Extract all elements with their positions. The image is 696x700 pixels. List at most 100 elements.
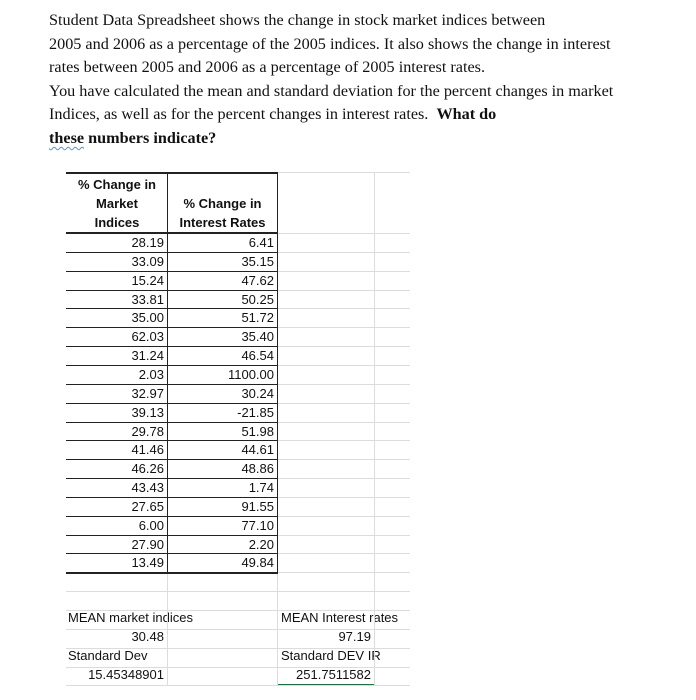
- table-border-right: [277, 172, 278, 574]
- cell-interest-change[interactable]: 51.98: [168, 423, 277, 441]
- cell-interest-change[interactable]: 50.25: [168, 291, 277, 309]
- gridline-horizontal: [277, 459, 410, 460]
- cell-market-change[interactable]: 46.26: [66, 460, 167, 478]
- gridline-vertical: [167, 572, 168, 686]
- cell-market-change[interactable]: 33.09: [66, 253, 167, 271]
- gridline-horizontal: [277, 553, 410, 554]
- cell-interest-change[interactable]: 6.41: [168, 234, 277, 252]
- table-row-border: [66, 422, 278, 423]
- gridline-horizontal: [66, 610, 277, 611]
- header-line: % Change in: [183, 196, 262, 211]
- table-row-border: [66, 478, 278, 479]
- table-row-border: [66, 308, 278, 309]
- cell-market-change[interactable]: 27.90: [66, 536, 167, 554]
- gridline-horizontal: [277, 516, 410, 517]
- gridline-horizontal: [277, 440, 410, 441]
- gridline-horizontal: [277, 403, 410, 404]
- table-row-border: [66, 403, 278, 404]
- table-row-border: [66, 553, 278, 554]
- table-row-border: [66, 290, 278, 291]
- cell-market-change[interactable]: 33.81: [66, 291, 167, 309]
- std-interest-value-selected[interactable]: 251.7511582: [277, 666, 374, 684]
- gridline-horizontal: [277, 365, 410, 366]
- cell-interest-change[interactable]: -21.85: [168, 404, 277, 422]
- cell-market-change[interactable]: 41.46: [66, 441, 167, 459]
- gridline-horizontal: [277, 591, 410, 592]
- table-row-border: [66, 497, 278, 498]
- cell-interest-change[interactable]: 35.40: [168, 328, 277, 346]
- cell-market-change[interactable]: 2.03: [66, 366, 167, 384]
- gridline-horizontal: [277, 172, 410, 173]
- table-row-border: [66, 440, 278, 441]
- cell-interest-change[interactable]: 48.86: [168, 460, 277, 478]
- cell-market-change[interactable]: 32.97: [66, 385, 167, 403]
- table-row-border: [66, 271, 278, 272]
- cell-market-change[interactable]: 13.49: [66, 554, 167, 572]
- spreadsheet: % Change in Market Indices % Change in I…: [0, 0, 696, 700]
- cell-interest-change[interactable]: 44.61: [168, 441, 277, 459]
- cell-interest-change[interactable]: 51.72: [168, 309, 277, 327]
- cell-market-change[interactable]: 39.13: [66, 404, 167, 422]
- cell-interest-change[interactable]: 30.24: [168, 385, 277, 403]
- gridline-horizontal: [277, 629, 410, 630]
- cell-market-change[interactable]: 15.24: [66, 272, 167, 290]
- gridline-horizontal: [66, 629, 277, 630]
- table-row-border: [66, 459, 278, 460]
- cell-interest-change[interactable]: 91.55: [168, 498, 277, 516]
- gridline-horizontal: [66, 685, 277, 686]
- cell-interest-change[interactable]: 35.15: [168, 253, 277, 271]
- table-border-header-bottom: [66, 232, 278, 234]
- gridline-horizontal: [277, 384, 410, 385]
- gridline-horizontal: [66, 591, 277, 592]
- cell-market-change[interactable]: 43.43: [66, 479, 167, 497]
- gridline-horizontal: [277, 327, 410, 328]
- mean-market-value[interactable]: 30.48: [67, 628, 167, 646]
- cell-interest-change[interactable]: 47.62: [168, 272, 277, 290]
- cell-market-change[interactable]: 62.03: [66, 328, 167, 346]
- header-line: % Change in: [77, 177, 156, 192]
- table-border-middle: [167, 172, 168, 574]
- cell-interest-change[interactable]: 49.84: [168, 554, 277, 572]
- table-row-border: [66, 535, 278, 536]
- gridline-horizontal: [277, 497, 410, 498]
- gridline-horizontal: [277, 610, 410, 611]
- cell-market-change[interactable]: 27.65: [66, 498, 167, 516]
- cell-interest-change[interactable]: 1.74: [168, 479, 277, 497]
- gridline-horizontal: [277, 308, 410, 309]
- cell-market-change[interactable]: 35.00: [66, 309, 167, 327]
- gridline-vertical: [374, 172, 375, 686]
- cell-market-change[interactable]: 6.00: [66, 517, 167, 535]
- gridline-horizontal: [277, 422, 410, 423]
- cell-interest-change[interactable]: 77.10: [168, 517, 277, 535]
- header-market-indices[interactable]: % Change in Market Indices: [67, 175, 167, 233]
- header-line: Market: [96, 196, 138, 211]
- table-row-border: [66, 516, 278, 517]
- gridline-horizontal: [277, 252, 410, 253]
- mean-market-label[interactable]: MEAN market indices: [68, 609, 268, 627]
- gridline-horizontal: [277, 233, 410, 234]
- table-row-border: [66, 252, 278, 253]
- gridline-horizontal: [66, 667, 277, 668]
- header-line: Indices: [94, 215, 140, 230]
- cell-market-change[interactable]: 28.19: [66, 234, 167, 252]
- std-interest-label[interactable]: Standard DEV IR: [281, 647, 421, 665]
- std-market-value[interactable]: 15.45348901: [67, 666, 167, 684]
- header-interest-rates[interactable]: % Change in Interest Rates: [168, 194, 277, 232]
- mean-interest-value[interactable]: 97.19: [277, 628, 374, 646]
- table-row-border: [66, 365, 278, 366]
- table-row-border: [66, 384, 278, 385]
- gridline-horizontal: [277, 346, 410, 347]
- mean-interest-label[interactable]: MEAN Interest rates: [281, 609, 421, 627]
- table-row-border: [66, 327, 278, 328]
- cell-market-change[interactable]: 29.78: [66, 423, 167, 441]
- cell-interest-change[interactable]: 1100.00: [168, 366, 277, 384]
- table-row-border: [66, 572, 278, 574]
- gridline-horizontal: [277, 271, 410, 272]
- cell-market-change[interactable]: 31.24: [66, 347, 167, 365]
- gridline-horizontal: [277, 648, 410, 649]
- cell-interest-change[interactable]: 46.54: [168, 347, 277, 365]
- cell-interest-change[interactable]: 2.20: [168, 536, 277, 554]
- std-market-label[interactable]: Standard Dev: [68, 647, 268, 665]
- gridline-horizontal: [277, 478, 410, 479]
- table-row-border: [66, 346, 278, 347]
